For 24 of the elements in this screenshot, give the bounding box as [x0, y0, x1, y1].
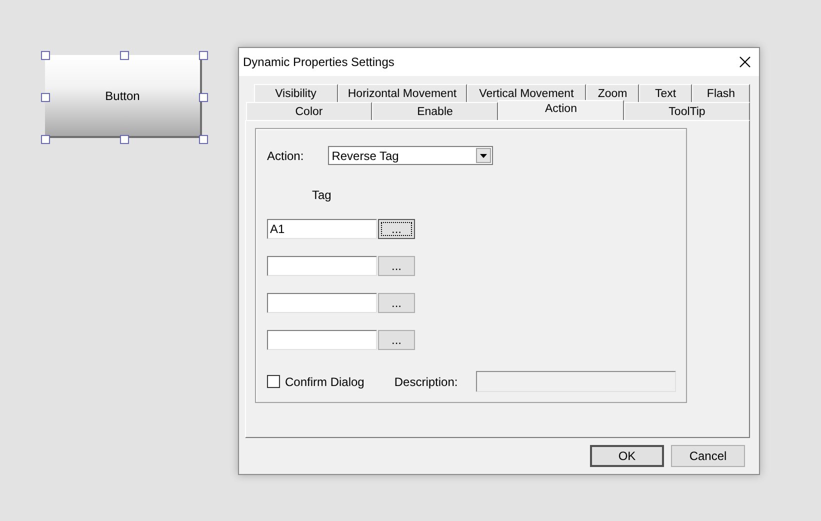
browse-button[interactable]: ...: [378, 219, 415, 239]
browse-button[interactable]: ...: [378, 293, 415, 313]
action-label: Action:: [267, 148, 304, 162]
dialog-button[interactable]: Cancel: [671, 445, 745, 467]
tab[interactable]: Color: [246, 102, 372, 120]
design-button[interactable]: Button: [45, 55, 202, 138]
tab[interactable]: Action: [498, 100, 624, 120]
tab[interactable]: Flash: [692, 84, 750, 102]
tab[interactable]: Zoom: [586, 84, 640, 102]
tab[interactable]: Enable: [372, 102, 498, 120]
browse-button[interactable]: ...: [378, 330, 415, 350]
tag-field[interactable]: A1: [267, 219, 377, 239]
tab[interactable]: Text: [639, 84, 692, 102]
tab[interactable]: Horizontal Movement: [338, 84, 467, 102]
confirm-label: Confirm Dialog: [285, 374, 364, 388]
tab[interactable]: ToolTip: [624, 102, 750, 120]
browse-button[interactable]: ...: [378, 256, 415, 276]
tab[interactable]: Vertical Movement: [466, 84, 586, 102]
tag-heading: Tag: [312, 188, 332, 202]
tab[interactable]: Visibility: [254, 84, 338, 102]
description-label: Description:: [394, 374, 458, 388]
action-dropdown[interactable]: Reverse Tag: [328, 146, 493, 165]
window-title: Dynamic Properties Settings: [243, 55, 394, 69]
dialog-button[interactable]: OK: [590, 445, 664, 467]
